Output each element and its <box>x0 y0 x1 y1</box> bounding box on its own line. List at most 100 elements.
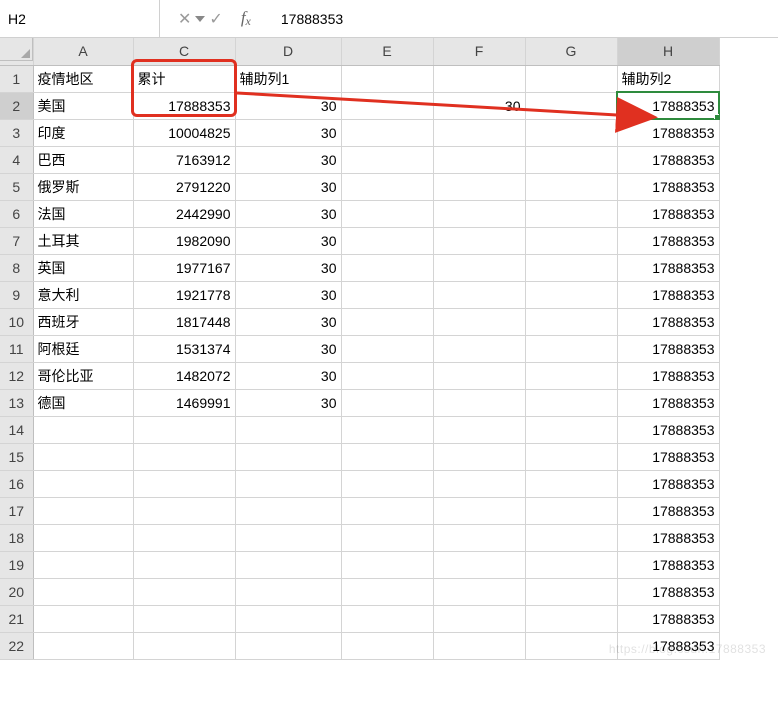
cell[interactable] <box>33 551 133 578</box>
cell[interactable]: 英国 <box>33 254 133 281</box>
cell[interactable] <box>433 578 525 605</box>
cell[interactable] <box>525 470 617 497</box>
cell[interactable]: 德国 <box>33 389 133 416</box>
row-header[interactable]: 18 <box>0 524 33 551</box>
cell[interactable] <box>341 254 433 281</box>
cell[interactable]: 17888353 <box>617 227 719 254</box>
cell[interactable] <box>433 416 525 443</box>
row-header[interactable]: 7 <box>0 227 33 254</box>
cell[interactable]: 17888353 <box>617 281 719 308</box>
cell[interactable] <box>433 470 525 497</box>
col-header-D[interactable]: D <box>235 38 341 65</box>
cell[interactable]: 印度 <box>33 119 133 146</box>
cell[interactable] <box>433 497 525 524</box>
cell[interactable]: 17888353 <box>617 308 719 335</box>
cell[interactable] <box>33 524 133 551</box>
cell[interactable] <box>433 281 525 308</box>
cell[interactable]: 1817448 <box>133 308 235 335</box>
row-header[interactable]: 20 <box>0 578 33 605</box>
cell[interactable] <box>235 470 341 497</box>
cell[interactable] <box>525 632 617 659</box>
cell[interactable]: 7163912 <box>133 146 235 173</box>
cell[interactable]: 30 <box>235 119 341 146</box>
row-header[interactable]: 2 <box>0 92 33 119</box>
formula-cancel-icon[interactable]: ✕ <box>178 9 191 29</box>
col-header-C[interactable]: C <box>133 38 235 65</box>
cell[interactable]: 30 <box>235 92 341 119</box>
cell[interactable] <box>525 173 617 200</box>
cell[interactable] <box>433 632 525 659</box>
cell[interactable] <box>235 632 341 659</box>
cell[interactable] <box>235 551 341 578</box>
cell[interactable] <box>341 470 433 497</box>
row-header[interactable]: 5 <box>0 173 33 200</box>
cell[interactable]: 17888353 <box>617 578 719 605</box>
row-header[interactable]: 14 <box>0 416 33 443</box>
cell[interactable] <box>341 551 433 578</box>
cell[interactable]: 法国 <box>33 200 133 227</box>
row-header[interactable]: 6 <box>0 200 33 227</box>
cell[interactable]: 30 <box>235 146 341 173</box>
row-header[interactable]: 8 <box>0 254 33 281</box>
cell[interactable] <box>525 65 617 92</box>
cell[interactable] <box>341 227 433 254</box>
cell[interactable] <box>235 443 341 470</box>
cell[interactable]: 17888353 <box>617 92 719 119</box>
cell[interactable] <box>525 119 617 146</box>
cell[interactable] <box>525 578 617 605</box>
cell[interactable] <box>341 92 433 119</box>
cell[interactable]: 疫情地区 <box>33 65 133 92</box>
row-header[interactable]: 16 <box>0 470 33 497</box>
cell[interactable]: 哥伦比亚 <box>33 362 133 389</box>
cell[interactable]: 30 <box>235 200 341 227</box>
cell[interactable]: 俄罗斯 <box>33 173 133 200</box>
cell[interactable]: 辅助列1 <box>235 65 341 92</box>
col-header-E[interactable]: E <box>341 38 433 65</box>
cell[interactable]: 30 <box>235 281 341 308</box>
cell[interactable] <box>433 254 525 281</box>
fx-icon[interactable]: fx <box>241 8 251 29</box>
cell[interactable] <box>235 497 341 524</box>
cell[interactable] <box>341 65 433 92</box>
cell[interactable]: 17888353 <box>133 92 235 119</box>
cell[interactable] <box>341 281 433 308</box>
cell[interactable]: 10004825 <box>133 119 235 146</box>
cell[interactable] <box>341 524 433 551</box>
cell[interactable] <box>433 119 525 146</box>
cell[interactable] <box>341 632 433 659</box>
cell[interactable] <box>433 173 525 200</box>
cell[interactable]: 美国 <box>33 92 133 119</box>
cell[interactable] <box>433 389 525 416</box>
cell[interactable]: 17888353 <box>617 200 719 227</box>
cell[interactable] <box>525 362 617 389</box>
cell[interactable]: 30 <box>235 389 341 416</box>
cell[interactable]: 30 <box>235 227 341 254</box>
cell[interactable] <box>341 389 433 416</box>
cell[interactable] <box>525 551 617 578</box>
cell[interactable] <box>341 605 433 632</box>
cell[interactable] <box>341 146 433 173</box>
cell[interactable] <box>33 605 133 632</box>
row-header[interactable]: 4 <box>0 146 33 173</box>
row-header[interactable]: 13 <box>0 389 33 416</box>
cell[interactable]: 阿根廷 <box>33 335 133 362</box>
cell[interactable]: 1921778 <box>133 281 235 308</box>
cell[interactable]: 1531374 <box>133 335 235 362</box>
cell[interactable] <box>133 497 235 524</box>
cell[interactable] <box>33 632 133 659</box>
cell[interactable] <box>525 416 617 443</box>
row-header[interactable]: 21 <box>0 605 33 632</box>
cell[interactable] <box>133 605 235 632</box>
cell[interactable] <box>341 497 433 524</box>
col-header-H[interactable]: H <box>617 38 719 65</box>
cell[interactable] <box>525 227 617 254</box>
select-all-corner[interactable] <box>0 38 33 61</box>
row-header[interactable]: 12 <box>0 362 33 389</box>
cell[interactable]: 17888353 <box>617 119 719 146</box>
cell[interactable] <box>433 65 525 92</box>
cell[interactable]: 30 <box>235 308 341 335</box>
cell[interactable] <box>525 308 617 335</box>
row-header[interactable]: 10 <box>0 308 33 335</box>
cell[interactable] <box>341 362 433 389</box>
row-header[interactable]: 11 <box>0 335 33 362</box>
